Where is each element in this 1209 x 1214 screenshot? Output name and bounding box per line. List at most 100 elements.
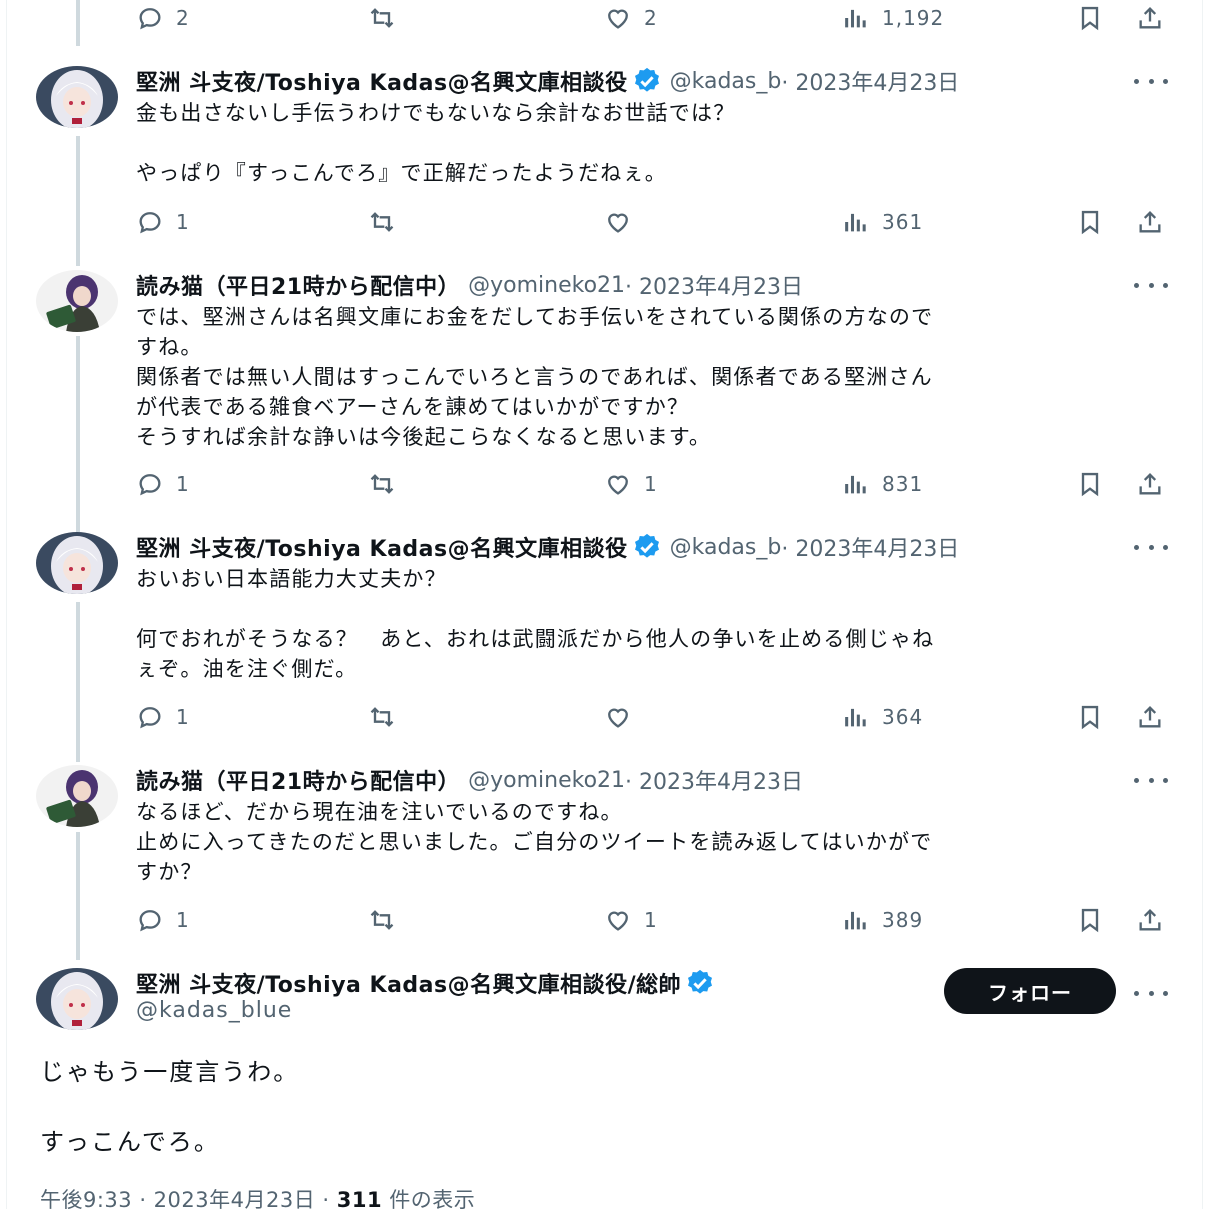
repost-icon [370, 212, 394, 232]
repost-button[interactable] [368, 0, 396, 36]
reply-button[interactable]: 2 [136, 0, 190, 36]
bookmark-button[interactable] [1076, 204, 1104, 240]
views-button[interactable]: 364 [842, 699, 923, 735]
tweet-actions: 1 361 [0, 204, 1209, 240]
reply-count: 1 [176, 472, 190, 496]
views-count: 364 [882, 705, 924, 729]
avatar[interactable] [36, 765, 118, 827]
reply-icon [139, 474, 161, 496]
display-name[interactable]: 堅洲 斗支夜/Toshiya Kadas@名興文庫相談役/総帥 [136, 967, 681, 999]
display-name[interactable]: 堅洲 斗支夜/Toshiya Kadas@名興文庫相談役 [136, 531, 628, 563]
repost-button[interactable] [368, 902, 396, 938]
repost-button[interactable] [368, 699, 396, 735]
views-icon [845, 9, 866, 28]
display-name[interactable]: 読み猫（平日21時から配信中） [136, 269, 460, 301]
bookmark-button[interactable] [1076, 466, 1104, 502]
more-icon[interactable] [1134, 272, 1168, 298]
thread-line [76, 602, 80, 762]
more-icon[interactable] [1134, 534, 1168, 560]
timestamp[interactable]: · 2023年4月23日 [781, 531, 959, 563]
thread-line [76, 136, 80, 266]
share-button[interactable] [1136, 204, 1164, 240]
share-button[interactable] [1136, 466, 1164, 502]
views-button[interactable]: 361 [842, 204, 923, 240]
handle[interactable]: @kadas_b [670, 69, 782, 94]
share-button[interactable] [1136, 0, 1164, 36]
tweet-header: 読み猫（平日21時から配信中） @yomineko21 · 2023年4月23日 [136, 764, 803, 796]
bookmark-button[interactable] [1076, 699, 1104, 735]
timestamp[interactable]: 午後9:33 · 2023年4月23日 · [40, 1188, 337, 1212]
more-icon[interactable] [1134, 767, 1168, 793]
repost-button[interactable] [368, 466, 396, 502]
reply-button[interactable]: 1 [136, 204, 190, 240]
views-label: 件の表示 [382, 1188, 476, 1212]
frame-border-left [6, 0, 7, 1209]
avatar[interactable] [36, 532, 118, 594]
tweet-text: おいおい日本語能力大丈夫か？ 何でおれがそうなる？ あと、おれは武闘派だから他人… [136, 567, 935, 681]
views-icon [845, 911, 866, 930]
reply-icon [139, 8, 161, 30]
verified-badge-icon [634, 67, 659, 92]
reply-count: 1 [176, 908, 190, 932]
views-count[interactable]: 311 [337, 1188, 382, 1212]
thread-line [76, 832, 80, 960]
main-tweet-text: すっこんでろ。 [40, 1128, 220, 1156]
timestamp[interactable]: · 2023年4月23日 [781, 65, 959, 97]
bookmark-icon [1081, 210, 1099, 235]
reply-button[interactable]: 1 [136, 902, 190, 938]
handle[interactable]: @yomineko21 [468, 273, 625, 298]
bookmark-button[interactable] [1076, 0, 1104, 36]
handle[interactable]: @kadas_blue [136, 998, 292, 1023]
avatar[interactable] [36, 270, 118, 332]
reply-icon [139, 212, 161, 234]
like-button[interactable] [604, 204, 632, 240]
tweet-actions: 1 1 389 [0, 902, 1209, 938]
bookmark-icon [1081, 705, 1099, 730]
display-name[interactable]: 読み猫（平日21時から配信中） [136, 764, 460, 796]
like-button[interactable]: 1 [604, 902, 658, 938]
handle[interactable]: @kadas_b [670, 535, 782, 560]
more-icon[interactable] [1134, 980, 1168, 1006]
more-icon[interactable] [1134, 68, 1168, 94]
repost-icon [370, 910, 394, 930]
verified-badge-icon [688, 969, 713, 994]
share-button[interactable] [1136, 699, 1164, 735]
share-icon [1139, 211, 1161, 233]
like-button[interactable] [604, 699, 632, 735]
avatar[interactable] [36, 66, 118, 128]
bookmark-button[interactable] [1076, 902, 1104, 938]
avatar[interactable] [36, 968, 118, 1030]
timestamp[interactable]: · 2023年4月23日 [625, 269, 803, 301]
frame-border-right [1202, 0, 1203, 1209]
share-icon [1139, 909, 1161, 931]
tweet-header: 堅洲 斗支夜/Toshiya Kadas@名興文庫相談役 @kadas_b · … [136, 66, 959, 96]
views-button[interactable]: 831 [842, 466, 923, 502]
reply-button[interactable]: 1 [136, 466, 190, 502]
tweet-header: 堅洲 斗支夜/Toshiya Kadas@名興文庫相談役 @kadas_b · … [136, 532, 959, 562]
views-count: 831 [882, 472, 924, 496]
like-count: 2 [644, 6, 658, 30]
main-author: 堅洲 斗支夜/Toshiya Kadas@名興文庫相談役/総帥 [136, 968, 715, 998]
tweet-actions: 1 364 [0, 699, 1209, 735]
reply-button[interactable]: 1 [136, 699, 190, 735]
tweet-text: では、堅洲さんは名興文庫にお金をだしてお手伝いをされている関係の方なので すね。… [136, 305, 934, 449]
reply-icon [139, 910, 161, 932]
views-button[interactable]: 389 [842, 902, 923, 938]
reply-count: 2 [176, 6, 190, 30]
repost-icon [370, 8, 394, 28]
follow-button[interactable]: フォロー [944, 968, 1116, 1014]
share-button[interactable] [1136, 902, 1164, 938]
repost-button[interactable] [368, 204, 396, 240]
like-count: 1 [644, 472, 658, 496]
views-button[interactable]: 1,192 [842, 0, 944, 36]
like-button[interactable]: 1 [604, 466, 658, 502]
main-tweet-text: じゃもう一度言うわ。 [40, 1058, 300, 1086]
handle[interactable]: @yomineko21 [468, 768, 625, 793]
repost-icon [370, 707, 394, 727]
share-icon [1139, 706, 1161, 728]
like-button[interactable]: 2 [604, 0, 658, 36]
timestamp[interactable]: · 2023年4月23日 [625, 764, 803, 796]
like-icon [608, 9, 628, 29]
display-name[interactable]: 堅洲 斗支夜/Toshiya Kadas@名興文庫相談役 [136, 65, 628, 97]
tweet-actions: 1 1 831 [0, 466, 1209, 502]
